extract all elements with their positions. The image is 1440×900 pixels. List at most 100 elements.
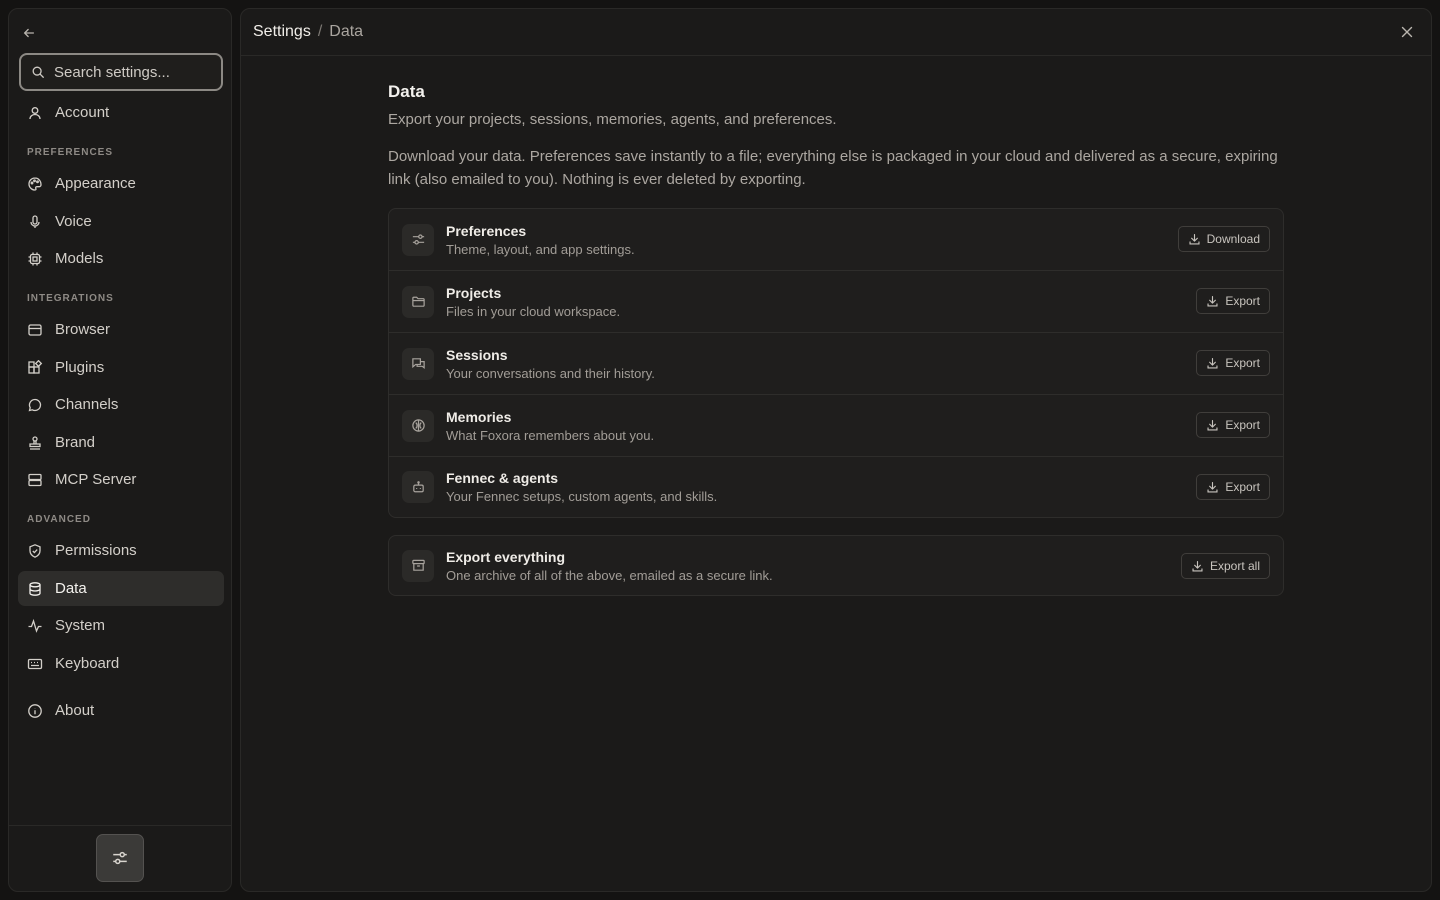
export-row-preferences: Preferences Theme, layout, and app setti… bbox=[389, 209, 1283, 271]
search-box[interactable] bbox=[19, 53, 223, 91]
row-subtitle: Your Fennec setups, custom agents, and s… bbox=[446, 489, 718, 504]
bot-icon bbox=[402, 471, 434, 503]
export-row-projects: Projects Files in your cloud workspace. … bbox=[389, 271, 1283, 333]
section-label-advanced: ADVANCED bbox=[27, 514, 91, 525]
export-projects-button[interactable]: Export bbox=[1196, 288, 1270, 314]
settings-main-panel: Settings / Data Data Export your projects,… bbox=[240, 8, 1432, 892]
sidebar-item-system[interactable]: System bbox=[18, 608, 224, 643]
sidebar-item-label: Browser bbox=[55, 321, 111, 338]
breadcrumb: Settings / Data bbox=[253, 23, 363, 41]
export-row-fennec-agents: Fennec & agents Your Fennec setups, cust… bbox=[389, 457, 1283, 517]
chat-icon bbox=[402, 347, 434, 380]
download-icon bbox=[1189, 233, 1200, 245]
settings-sidebar: Account PREFERENCES Appearance Voice Mod… bbox=[8, 8, 232, 892]
row-subtitle: One archive of all of the above, emailed… bbox=[446, 567, 773, 583]
sidebar-item-voice[interactable]: Voice bbox=[18, 204, 224, 239]
message-circle-icon bbox=[28, 398, 42, 411]
topbar: Settings / Data bbox=[241, 9, 1431, 56]
page-subtitle: Export your projects, sessions, memories… bbox=[388, 111, 837, 128]
sidebar-item-about[interactable]: About bbox=[18, 693, 224, 728]
database-icon bbox=[29, 581, 41, 596]
sidebar-item-account[interactable]: Account bbox=[18, 95, 224, 130]
page-title: Data bbox=[388, 82, 425, 101]
row-subtitle: What Foxora remembers about you. bbox=[446, 427, 655, 443]
search-icon bbox=[32, 66, 44, 78]
data-settings-content: Data Export your projects, sessions, mem… bbox=[388, 82, 1284, 596]
search-input[interactable] bbox=[54, 63, 204, 81]
row-title: Projects bbox=[446, 284, 502, 301]
sidebar-item-label: About bbox=[55, 702, 95, 719]
sidebar-footer bbox=[9, 825, 231, 891]
sidebar-item-label: Models bbox=[55, 250, 104, 267]
export-all-button[interactable]: Export all bbox=[1180, 553, 1270, 579]
settings-toggle-button[interactable] bbox=[96, 834, 144, 882]
palette-icon bbox=[28, 176, 42, 191]
sidebar-item-browser[interactable]: Browser bbox=[18, 312, 224, 347]
server-icon bbox=[28, 473, 42, 486]
button-label: Export bbox=[1225, 418, 1260, 432]
download-icon bbox=[1207, 295, 1218, 307]
keyboard-icon bbox=[27, 658, 43, 669]
sidebar-item-label: Account bbox=[55, 104, 110, 121]
page-description: Download your data. Preferences save ins… bbox=[388, 148, 1278, 188]
breadcrumb-root[interactable]: Settings bbox=[253, 23, 311, 40]
row-title: Preferences bbox=[446, 222, 527, 239]
browser-window-icon bbox=[28, 323, 42, 336]
sidebar-item-label: Voice bbox=[55, 213, 92, 230]
archive-icon bbox=[402, 549, 434, 582]
close-icon[interactable] bbox=[1397, 22, 1417, 42]
export-sessions-button[interactable]: Export bbox=[1196, 350, 1270, 376]
export-row-memories: Memories What Foxora remembers about you… bbox=[389, 395, 1283, 457]
sidebar-item-label: Plugins bbox=[55, 359, 105, 376]
sliders-icon bbox=[402, 223, 434, 256]
sidebar-item-channels[interactable]: Channels bbox=[18, 387, 224, 422]
back-arrow-icon[interactable] bbox=[19, 23, 39, 43]
sidebar-item-permissions[interactable]: Permissions bbox=[18, 533, 224, 568]
user-icon bbox=[29, 106, 41, 119]
sidebar-item-label: MCP Server bbox=[55, 471, 137, 488]
sidebar-item-label: Channels bbox=[55, 396, 119, 413]
export-row-sessions: Sessions Your conversations and their hi… bbox=[389, 333, 1283, 395]
download-icon bbox=[1207, 481, 1218, 493]
sidebar-item-label: Permissions bbox=[55, 542, 137, 559]
export-row-everything: Export everything One archive of all of … bbox=[389, 536, 1283, 595]
row-subtitle: Your conversations and their history. bbox=[446, 365, 655, 381]
sidebar-item-data[interactable]: Data bbox=[18, 571, 224, 606]
button-label: Export bbox=[1225, 294, 1260, 308]
breadcrumb-current: Data bbox=[329, 23, 364, 40]
button-label: Export bbox=[1225, 480, 1260, 494]
shield-check-icon bbox=[29, 543, 41, 558]
info-icon bbox=[28, 703, 42, 718]
cpu-icon bbox=[28, 252, 42, 265]
microphone-icon bbox=[30, 214, 40, 228]
export-fennec-agents-button[interactable]: Export bbox=[1196, 474, 1270, 500]
sidebar-item-mcp-server[interactable]: MCP Server bbox=[18, 462, 224, 497]
button-label: Download bbox=[1206, 232, 1260, 246]
download-icon bbox=[1207, 419, 1218, 431]
export-memories-button[interactable]: Export bbox=[1196, 412, 1270, 438]
stamp-icon bbox=[29, 435, 41, 450]
sidebar-item-brand[interactable]: Brand bbox=[18, 425, 224, 460]
sidebar-item-appearance[interactable]: Appearance bbox=[18, 166, 224, 201]
sidebar-item-models[interactable]: Models bbox=[18, 241, 224, 276]
section-label-preferences: PREFERENCES bbox=[27, 147, 114, 158]
breadcrumb-separator: / bbox=[317, 23, 323, 40]
brain-icon bbox=[402, 409, 434, 442]
sidebar-item-label: System bbox=[55, 617, 106, 634]
download-icon bbox=[1207, 357, 1218, 369]
row-title: Export everything bbox=[446, 548, 566, 565]
sliders-icon bbox=[113, 851, 127, 865]
download-preferences-button[interactable]: Download bbox=[1177, 226, 1270, 252]
button-label: Export all bbox=[1209, 559, 1260, 573]
row-title: Sessions bbox=[446, 346, 508, 363]
export-everything-card: Export everything One archive of all of … bbox=[388, 535, 1284, 596]
sidebar-item-keyboard[interactable]: Keyboard bbox=[18, 646, 224, 681]
section-label-integrations: INTEGRATIONS bbox=[27, 293, 114, 304]
sidebar-item-label: Data bbox=[55, 580, 87, 597]
sidebar-item-label: Keyboard bbox=[55, 655, 120, 672]
row-subtitle: Files in your cloud workspace. bbox=[446, 303, 621, 319]
sidebar-item-plugins[interactable]: Plugins bbox=[18, 350, 224, 385]
export-list-card: Preferences Theme, layout, and app setti… bbox=[388, 208, 1284, 518]
sidebar-item-label: Brand bbox=[55, 434, 96, 451]
puzzle-icon bbox=[28, 359, 43, 374]
